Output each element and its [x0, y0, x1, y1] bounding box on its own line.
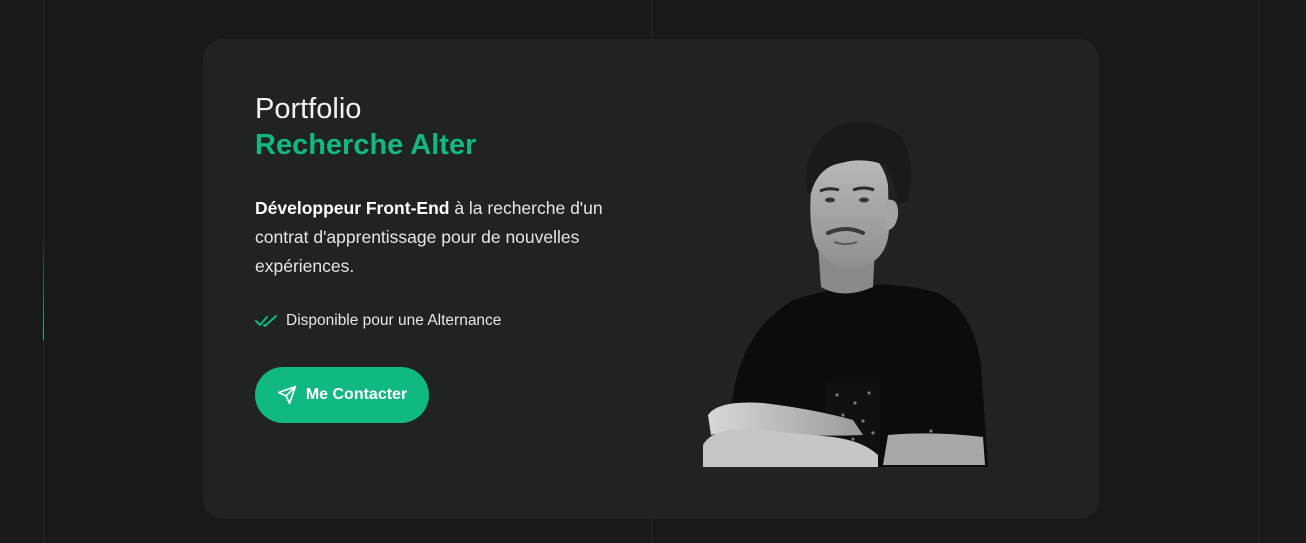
left-guide-accent [43, 240, 44, 340]
contact-button-label: Me Contacter [305, 386, 408, 403]
contact-button[interactable]: Me Contacter [255, 367, 429, 423]
profile-photo [703, 121, 988, 467]
intro-description: Développeur Front-End à la recherche d'u… [255, 194, 655, 281]
double-check-icon [255, 315, 277, 327]
availability-label: Disponible pour une Alternance [286, 312, 502, 329]
page-title: Portfolio [255, 93, 362, 125]
right-guide-line [1258, 0, 1259, 543]
page-subtitle: Recherche Alter [255, 129, 477, 161]
page: Portfolio Recherche Alter Développeur Fr… [0, 0, 1306, 543]
role-label: Développeur Front-End [255, 198, 450, 218]
send-icon [277, 385, 296, 405]
hero-card: Portfolio Recherche Alter Développeur Fr… [203, 39, 1099, 519]
availability-status: Disponible pour une Alternance [255, 312, 501, 330]
